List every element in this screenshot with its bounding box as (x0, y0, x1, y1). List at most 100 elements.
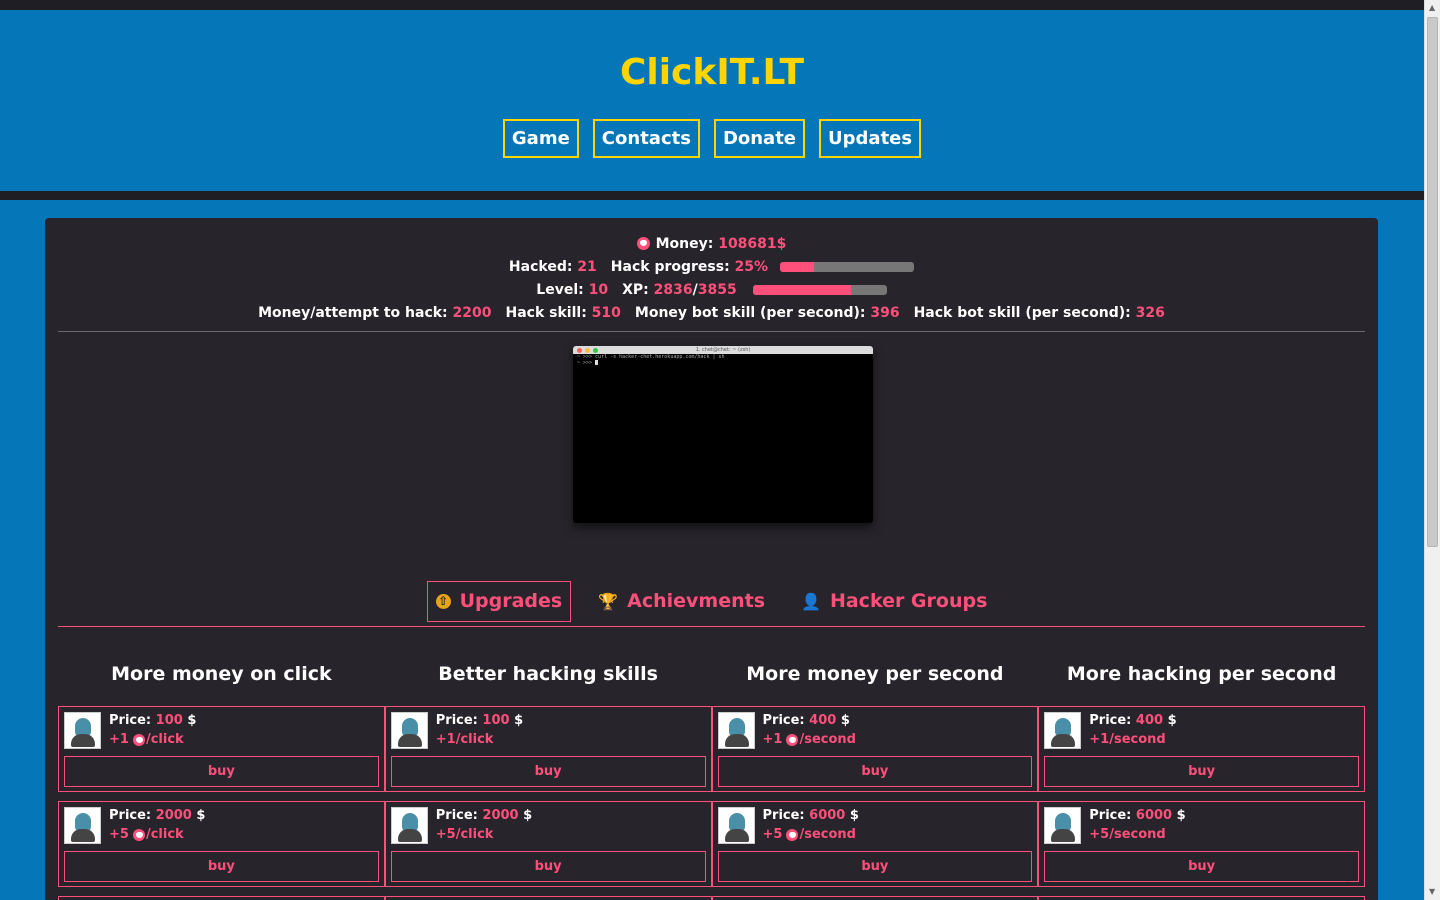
tab-bar: ⇧ Upgrades 🏆 Achievments 👤 Hacker Groups (45, 581, 1378, 622)
bonus-unit: /click (145, 827, 184, 842)
heart-icon (132, 733, 145, 746)
hack-progress-fill (780, 261, 814, 272)
heart-icon (132, 828, 145, 841)
price-currency: $ (514, 713, 524, 728)
skills-line: Money/attempt to hack: 2200 Hack skill: … (45, 301, 1378, 324)
upgrade-columns: More money on click Price: 100 $ +1/clic… (58, 648, 1365, 900)
upgrade-card-partial (711, 896, 1039, 900)
buy-button[interactable]: buy (390, 851, 706, 882)
buy-button[interactable]: buy (390, 756, 706, 787)
upgrade-card-partial (58, 896, 385, 900)
bonus-amount: +1 (762, 732, 783, 747)
upgrade-card: Price: 6000 $ +5/second buy (1038, 801, 1365, 887)
price-currency: $ (840, 713, 850, 728)
upgrade-card: Price: 100 $ +1/click buy (384, 706, 712, 792)
buy-button[interactable]: buy (1044, 756, 1359, 787)
nav-game-link[interactable]: Game (502, 119, 579, 158)
upgrade-card-partial (384, 896, 712, 900)
upgrade-bonus: +1/second (1089, 732, 1165, 747)
tab-upgrades[interactable]: ⇧ Upgrades (426, 581, 572, 622)
nav-contacts-link[interactable]: Contacts (592, 119, 700, 158)
level-label: Level: (536, 281, 584, 298)
hacker-avatar-icon (717, 712, 755, 749)
price-value: 400 (809, 713, 837, 728)
upgrade-card: Price: 400 $ +1/second buy (711, 706, 1039, 792)
price-currency: $ (187, 713, 197, 728)
heart-icon (636, 237, 650, 250)
upgrade-card: Price: 2000 $ +5/click buy (384, 801, 712, 887)
bonus-unit: /second (1109, 827, 1166, 842)
bonus-amount: +5 (109, 827, 129, 842)
hacker-avatar-icon (390, 712, 428, 749)
upgrade-column: More money on click Price: 100 $ +1/clic… (58, 648, 385, 900)
price-currency: $ (849, 808, 859, 823)
scroll-up-icon[interactable]: ▲ (1429, 3, 1435, 12)
terminal-titlebar: 1. chet@chet: ~ (zsh) (573, 346, 873, 354)
bonus-amount: +1 (435, 732, 456, 747)
bonus-amount: +5 (1089, 827, 1110, 842)
xp-value: 2836 (653, 281, 693, 298)
price-currency: $ (1167, 713, 1177, 728)
scroll-down-icon[interactable]: ▼ (1429, 887, 1435, 896)
upgrade-bonus: +5/click (109, 827, 184, 842)
xp-max: 3855 (697, 281, 737, 298)
upgrade-bonus: +5/click (436, 827, 494, 842)
money-bot-label: Money bot skill (per second): (634, 304, 866, 321)
buy-button[interactable]: buy (1044, 851, 1359, 882)
upgrade-bonus: +5/second (1089, 827, 1165, 842)
hack-terminal[interactable]: 1. chet@chet: ~ (zsh) ~ >>> curl -s hack… (573, 346, 873, 523)
scrollbar[interactable]: ▲ ▼ (1424, 0, 1440, 900)
stats-divider (58, 331, 1365, 332)
buy-button[interactable]: buy (64, 851, 379, 882)
tab-hacker-groups[interactable]: 👤 Hacker Groups (792, 581, 996, 622)
scroll-thumb[interactable] (1427, 17, 1438, 547)
upgrade-card-partial (1038, 896, 1365, 900)
price-label: Price: (1089, 808, 1132, 823)
site-title[interactable]: ClickIT.LT (0, 52, 1424, 93)
terminal-prompt: ~ >>> (577, 360, 596, 366)
tab-hacker-groups-label: Hacker Groups (829, 590, 988, 612)
upgrade-price: Price: 2000 $ (109, 808, 205, 823)
price-label: Price: (435, 808, 478, 823)
upgrade-bonus: +1/click (436, 732, 494, 747)
hacker-avatar-icon (717, 807, 755, 844)
xp-label: XP: (622, 281, 649, 298)
price-value: 6000 (809, 808, 846, 823)
hacker-avatar-icon (390, 807, 428, 844)
price-label: Price: (109, 713, 152, 728)
hack-bot-value: 326 (1135, 304, 1165, 321)
buy-button[interactable]: buy (717, 851, 1033, 882)
upgrade-column: More money per second Price: 400 $ +1/se… (711, 648, 1039, 900)
nav-donate-link[interactable]: Donate (713, 119, 806, 158)
upgrade-arrow-icon: ⇧ (435, 594, 451, 609)
price-value: 100 (155, 713, 183, 728)
site-header: ClickIT.LT Game Contacts Donate Updates (0, 10, 1424, 191)
tabs-divider (58, 626, 1365, 627)
hacker-avatar-icon (1044, 807, 1082, 844)
upgrade-price: Price: 6000 $ (1089, 808, 1185, 823)
hack-progress-value: 25% (734, 258, 769, 275)
upgrade-card: Price: 6000 $ +5/second buy (711, 801, 1039, 887)
price-currency: $ (1176, 808, 1186, 823)
bonus-unit: /second (799, 827, 856, 842)
upgrade-price: Price: 6000 $ (763, 808, 859, 823)
buy-button[interactable]: buy (717, 756, 1033, 787)
buy-button[interactable]: buy (64, 756, 379, 787)
price-value: 6000 (1135, 808, 1173, 823)
nav-updates-link[interactable]: Updates (819, 119, 922, 158)
hacker-group-icon: 👤 (801, 592, 821, 611)
upgrade-price: Price: 100 $ (436, 713, 523, 728)
column-title: Better hacking skills (438, 663, 658, 685)
level-value: 10 (588, 281, 609, 298)
upgrade-column: Better hacking skills Price: 100 $ +1/cl… (384, 648, 712, 900)
price-label: Price: (762, 713, 805, 728)
hacker-avatar-icon (64, 807, 101, 844)
upgrade-price: Price: 100 $ (109, 713, 196, 728)
column-title: More money on click (111, 663, 332, 685)
money-line: Money: 108681$ (45, 232, 1378, 255)
bonus-unit: /click (455, 827, 494, 842)
upgrade-price: Price: 400 $ (763, 713, 850, 728)
tab-achievements[interactable]: 🏆 Achievments (589, 581, 774, 622)
game-panel: Money: 108681$ Hacked: 21 Hack progress:… (45, 218, 1378, 900)
cursor-icon (595, 360, 599, 365)
